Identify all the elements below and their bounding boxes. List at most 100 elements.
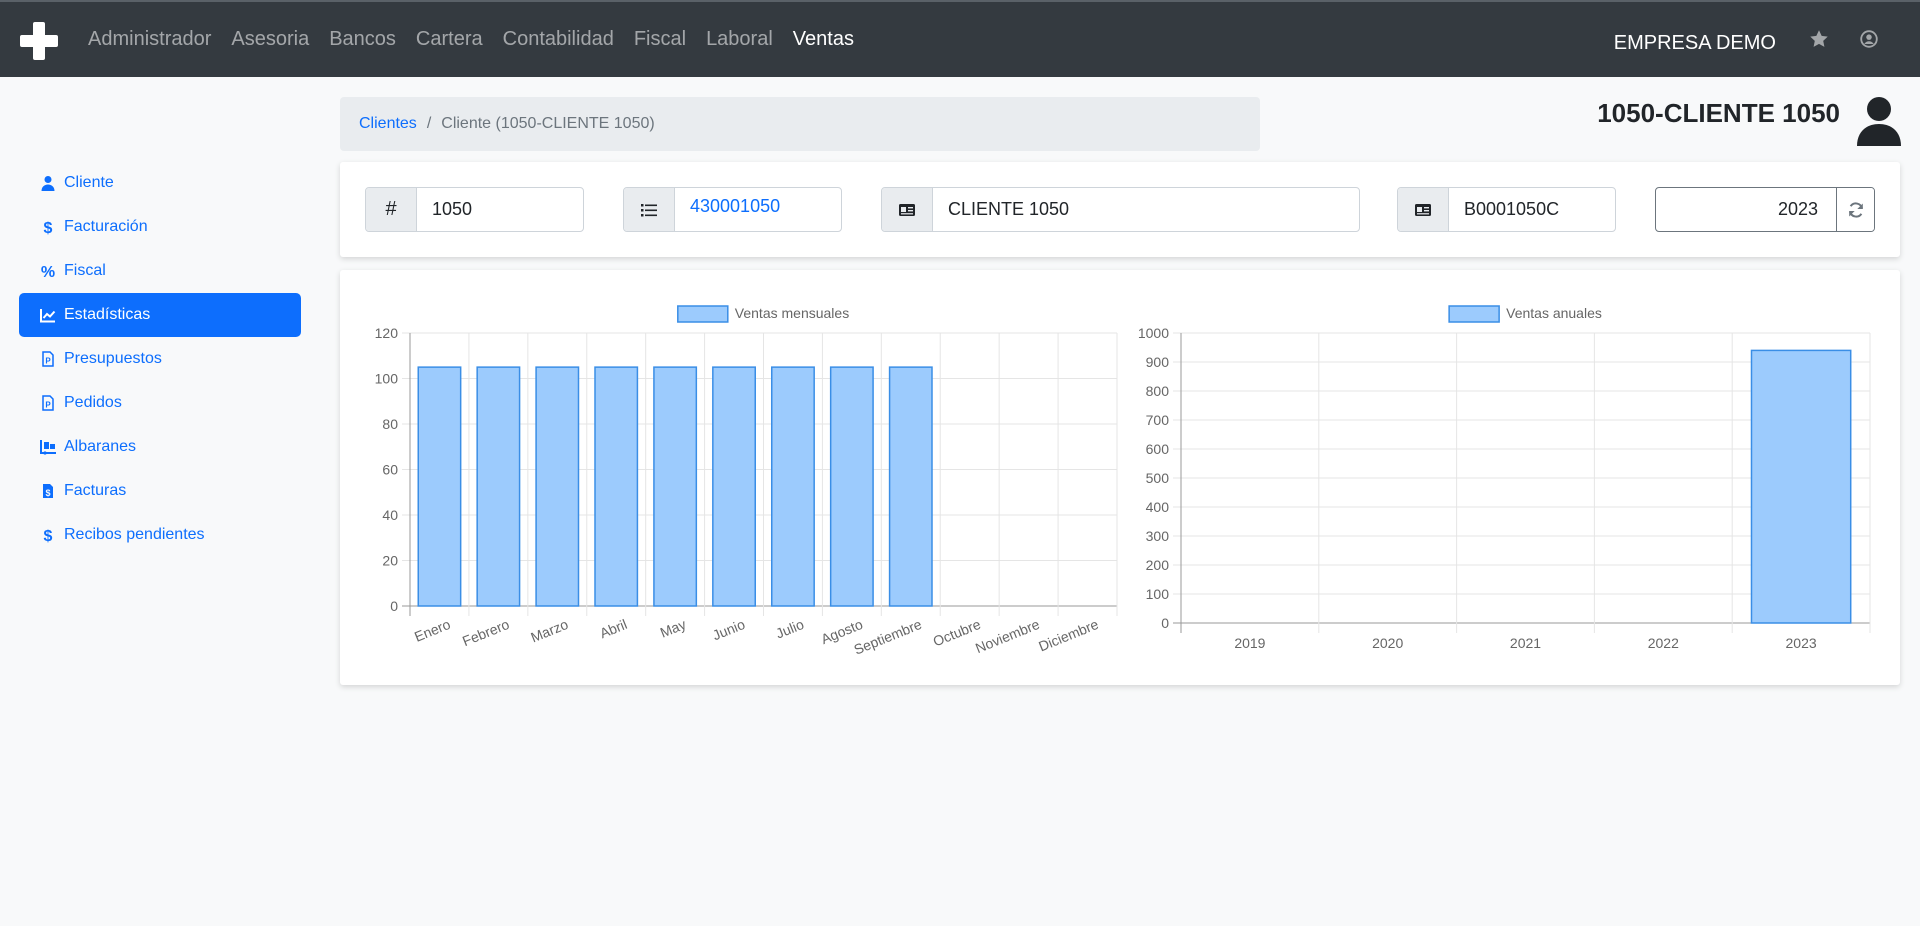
monthly-bar bbox=[476, 366, 521, 607]
annual-legend-swatch bbox=[1448, 305, 1500, 323]
user-avatar-icon bbox=[1857, 97, 1901, 146]
brand-plus-logo[interactable] bbox=[20, 22, 58, 60]
hash-icon: # bbox=[385, 198, 397, 220]
monthly-x-tick-label: Abril bbox=[597, 616, 629, 641]
company-name[interactable]: EMPRESA DEMO bbox=[1614, 2, 1776, 77]
nif-input[interactable]: B0001050C bbox=[1449, 188, 1615, 231]
monthly-y-tick-label: 100 bbox=[375, 371, 399, 387]
monthly-y-tick-label: 0 bbox=[390, 598, 398, 614]
nif-field: B0001050C bbox=[1397, 187, 1616, 232]
nav-item-bancos[interactable]: Bancos bbox=[319, 28, 406, 51]
breadcrumb-clientes-link[interactable]: Clientes bbox=[359, 115, 417, 133]
user-circle-icon[interactable] bbox=[1858, 28, 1880, 50]
nav-item-ventas[interactable]: Ventas bbox=[783, 28, 864, 51]
sidebar-item-label: Albaranes bbox=[64, 438, 137, 455]
dollar-icon: $ bbox=[44, 220, 53, 235]
monthly-bar bbox=[653, 366, 698, 607]
account-addon bbox=[624, 188, 675, 231]
monthly-y-tick-label: 20 bbox=[382, 553, 398, 569]
nav-item-administrador[interactable]: Administrador bbox=[78, 28, 221, 51]
client-title: 1050-CLIENTE 1050 bbox=[1597, 98, 1840, 128]
sidebar-item-label: Estadísticas bbox=[64, 306, 151, 323]
file-p-icon: P bbox=[42, 351, 54, 367]
year-input[interactable]: 2023 bbox=[1656, 188, 1836, 231]
sidebar-item-label: Facturación bbox=[64, 218, 148, 235]
breadcrumb-separator: / bbox=[426, 115, 432, 132]
id-card-icon bbox=[899, 203, 915, 216]
code-addon: # bbox=[366, 188, 417, 231]
annual-x-tick-label: 2020 bbox=[1372, 635, 1403, 651]
sync-icon bbox=[1848, 201, 1863, 218]
monthly-x-tick-label: Julio bbox=[773, 616, 806, 642]
svg-text:P: P bbox=[45, 401, 51, 410]
monthly-bar bbox=[594, 366, 639, 607]
monthly-x-tick-label: May bbox=[658, 616, 689, 641]
monthly-legend-label: Ventas mensuales bbox=[735, 305, 849, 321]
annual-y-tick-label: 500 bbox=[1146, 470, 1170, 486]
annual-x-tick-label: 2019 bbox=[1234, 635, 1265, 651]
nav-item-fiscal[interactable]: Fiscal bbox=[624, 28, 696, 51]
annual-y-tick-label: 100 bbox=[1146, 586, 1170, 602]
monthly-bar bbox=[829, 366, 874, 607]
sidebar-item-label: Cliente bbox=[64, 174, 114, 191]
monthly-bar bbox=[888, 366, 933, 607]
annual-x-tick-label: 2021 bbox=[1510, 635, 1541, 651]
star-icon[interactable] bbox=[1808, 28, 1830, 50]
monthly-x-tick-label: Septiembre bbox=[852, 616, 925, 658]
monthly-y-tick-label: 60 bbox=[382, 462, 398, 478]
list-icon bbox=[641, 203, 657, 216]
file-p-icon: P bbox=[42, 395, 54, 411]
annual-y-tick-label: 700 bbox=[1146, 412, 1170, 428]
nav-item-asesoria[interactable]: Asesoria bbox=[221, 28, 319, 51]
monthly-y-tick-label: 80 bbox=[382, 416, 398, 432]
nif-addon bbox=[1398, 188, 1449, 231]
statistics-card: Ventas mensuales 0 20 40 60 80 100 120 Enero Febr… bbox=[340, 270, 1900, 685]
sidebar-item-facturacion[interactable]: $ Facturación bbox=[19, 205, 301, 249]
nav-item-cartera[interactable]: Cartera bbox=[406, 28, 493, 51]
sidebar-item-fiscal[interactable]: % Fiscal bbox=[19, 249, 301, 293]
sidebar-item-estadisticas[interactable]: Estadísticas bbox=[19, 293, 301, 337]
client-id-card: # 1050 430001050 CLIENTE 1050 B0001050C … bbox=[340, 162, 1900, 257]
annual-x-tick-label: 2022 bbox=[1648, 635, 1679, 651]
monthly-sales-chart: Ventas mensuales 0 20 40 60 80 100 120 Enero Febr… bbox=[375, 305, 1118, 658]
annual-y-tick-label: 400 bbox=[1146, 499, 1170, 515]
chart-line-icon bbox=[40, 309, 56, 323]
annual-y-tick-label: 0 bbox=[1161, 615, 1169, 631]
monthly-x-tick-label: Enero bbox=[412, 616, 453, 645]
monthly-y-tick-label: 40 bbox=[382, 507, 398, 523]
code-field: # 1050 bbox=[365, 187, 584, 232]
nav-item-contabilidad[interactable]: Contabilidad bbox=[493, 28, 624, 51]
user-icon bbox=[41, 176, 55, 191]
monthly-bar bbox=[417, 366, 462, 607]
annual-y-tick-label: 600 bbox=[1146, 441, 1170, 457]
sidebar-item-label: Pedidos bbox=[64, 394, 122, 411]
name-addon bbox=[882, 188, 933, 231]
breadcrumb-current: Cliente (1050-CLIENTE 1050) bbox=[441, 115, 655, 132]
svg-text:$: $ bbox=[44, 528, 53, 543]
annual-sales-chart: Ventas anuales 0 100 200 300 400 500 600 700 800 9… bbox=[1138, 305, 1871, 651]
annual-y-tick-label: 300 bbox=[1146, 528, 1170, 544]
sidebar-item-pedidos[interactable]: P Pedidos bbox=[19, 381, 301, 425]
breadcrumb: Clientes / Cliente (1050-CLIENTE 1050) bbox=[340, 97, 1260, 151]
monthly-x-tick-label: Marzo bbox=[528, 616, 570, 645]
file-invoice-icon: $ bbox=[43, 484, 53, 498]
monthly-y-tick-label: 120 bbox=[375, 325, 399, 341]
sidebar-item-presupuestos[interactable]: P Presupuestos bbox=[19, 337, 301, 381]
sidebar-item-label: Presupuestos bbox=[64, 350, 162, 367]
reload-button[interactable] bbox=[1836, 188, 1874, 231]
annual-y-tick-label: 800 bbox=[1146, 383, 1170, 399]
code-input[interactable]: 1050 bbox=[417, 188, 583, 231]
sidebar-item-facturas[interactable]: $ Facturas bbox=[19, 469, 301, 513]
annual-y-tick-label: 200 bbox=[1146, 557, 1170, 573]
annual-y-tick-label: 1000 bbox=[1138, 325, 1169, 341]
nav-item-laboral[interactable]: Laboral bbox=[696, 28, 783, 51]
name-input[interactable]: CLIENTE 1050 bbox=[933, 188, 1359, 231]
id-card-icon bbox=[1415, 203, 1431, 216]
sidebar-item-albaranes[interactable]: Albaranes bbox=[19, 425, 301, 469]
name-field: CLIENTE 1050 bbox=[881, 187, 1360, 232]
account-link[interactable]: 430001050 bbox=[675, 188, 841, 231]
sidebar-item-cliente[interactable]: Cliente bbox=[19, 161, 301, 205]
truck-loading-icon bbox=[40, 440, 56, 455]
annual-y-tick-label: 900 bbox=[1146, 354, 1170, 370]
sidebar-item-recibos-pendientes[interactable]: $ Recibos pendientes bbox=[19, 513, 301, 557]
